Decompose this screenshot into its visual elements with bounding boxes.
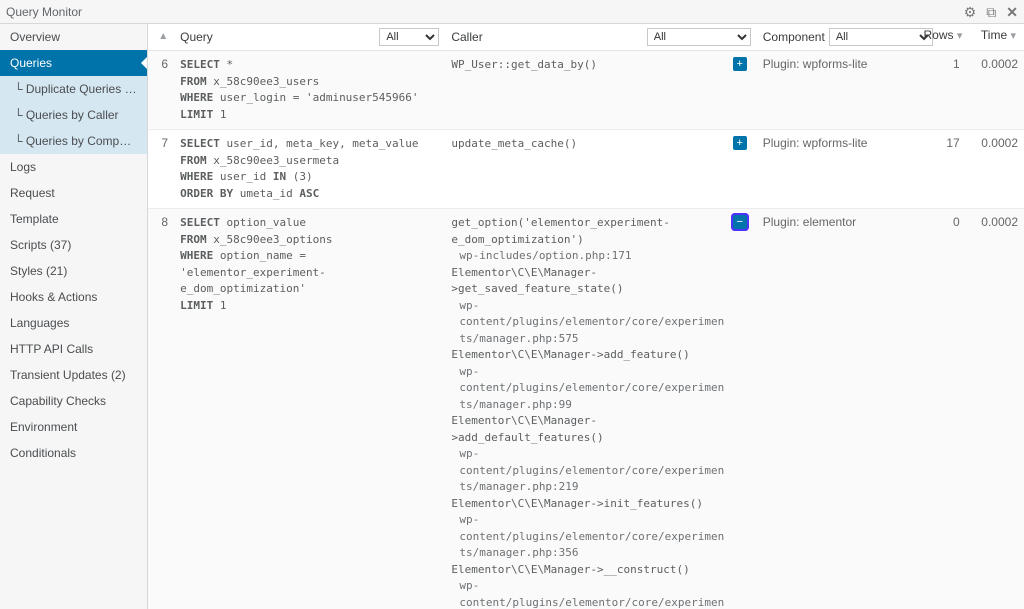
- table-row: 7SELECT user_id, meta_key, meta_value FR…: [148, 130, 1024, 209]
- sidebar-item[interactable]: Hooks & Actions: [0, 284, 147, 310]
- time-cell: 0.0002: [966, 209, 1024, 609]
- panel-title: Query Monitor: [6, 5, 82, 19]
- rows-cell: 17: [917, 130, 965, 209]
- component-cell: Plugin: wpforms-lite: [757, 51, 918, 130]
- sidebar-item[interactable]: Environment: [0, 414, 147, 440]
- titlebar: Query Monitor ⚙ ⧉ ✕: [0, 0, 1024, 24]
- col-caller-label: Caller: [451, 30, 482, 44]
- col-time-label: Time: [981, 28, 1007, 42]
- sidebar-item[interactable]: Request: [0, 180, 147, 206]
- sidebar-item[interactable]: Logs: [0, 154, 147, 180]
- sidebar-item[interactable]: Scripts (37): [0, 232, 147, 258]
- sidebar-item[interactable]: Overview: [0, 24, 147, 50]
- close-icon[interactable]: ✕: [1006, 5, 1018, 19]
- filter-icon: ▾: [957, 30, 965, 42]
- col-component[interactable]: Component All: [757, 24, 918, 51]
- sidebar-item[interactable]: Queries: [0, 50, 147, 76]
- sidebar-item[interactable]: └ Queries by Component: [0, 128, 147, 154]
- sidebar-item[interactable]: └ Duplicate Queries (8): [0, 76, 147, 102]
- query-filter-select[interactable]: All: [379, 28, 439, 46]
- sidebar-item[interactable]: Capability Checks: [0, 388, 147, 414]
- col-time[interactable]: Time ▾: [966, 24, 1024, 51]
- caller-toggle[interactable]: [733, 215, 747, 229]
- sort-icon: ▲: [158, 31, 168, 42]
- table-row: 6SELECT * FROM x_58c90ee3_users WHERE us…: [148, 51, 1024, 130]
- row-number: 8: [148, 209, 174, 609]
- rows-cell: 1: [917, 51, 965, 130]
- sidebar-item[interactable]: Transient Updates (2): [0, 362, 147, 388]
- caller-filter-select[interactable]: All: [647, 28, 751, 46]
- filter-icon: ▾: [1010, 30, 1018, 42]
- sidebar-item[interactable]: Conditionals: [0, 440, 147, 466]
- table-row: 8SELECT option_value FROM x_58c90ee3_opt…: [148, 209, 1024, 609]
- query-cell: SELECT user_id, meta_key, meta_value FRO…: [174, 130, 445, 209]
- col-component-label: Component: [763, 30, 825, 44]
- row-number: 6: [148, 51, 174, 130]
- sidebar-item[interactable]: └ Queries by Caller: [0, 102, 147, 128]
- sidebar-item[interactable]: Styles (21): [0, 258, 147, 284]
- gear-icon[interactable]: ⚙: [964, 5, 977, 19]
- rows-cell: 0: [917, 209, 965, 609]
- popout-icon[interactable]: ⧉: [986, 5, 996, 19]
- sidebar-item[interactable]: Template: [0, 206, 147, 232]
- component-cell: Plugin: elementor: [757, 209, 918, 609]
- component-filter-select[interactable]: All: [829, 28, 933, 46]
- titlebar-controls: ⚙ ⧉ ✕: [964, 5, 1018, 19]
- col-caller[interactable]: Caller All: [445, 24, 756, 51]
- col-query-label: Query: [180, 30, 213, 44]
- sidebar: OverviewQueries└ Duplicate Queries (8)└ …: [0, 24, 148, 609]
- caller-cell: WP_User::get_data_by(): [445, 51, 756, 130]
- time-cell: 0.0002: [966, 130, 1024, 209]
- row-number: 7: [148, 130, 174, 209]
- caller-cell: get_option('elementor_experiment-e_dom_o…: [445, 209, 756, 609]
- caller-toggle[interactable]: [733, 57, 747, 71]
- query-cell: SELECT option_value FROM x_58c90ee3_opti…: [174, 209, 445, 609]
- queries-table: ▲ Query All: [148, 24, 1024, 609]
- time-cell: 0.0002: [966, 51, 1024, 130]
- main-panel: ▲ Query All: [148, 24, 1024, 609]
- col-rownum[interactable]: ▲: [148, 24, 174, 51]
- col-rows[interactable]: Rows ▾: [917, 24, 965, 51]
- col-query[interactable]: Query All: [174, 24, 445, 51]
- query-cell: SELECT * FROM x_58c90ee3_users WHERE use…: [174, 51, 445, 130]
- sidebar-item[interactable]: HTTP API Calls: [0, 336, 147, 362]
- caller-cell: update_meta_cache(): [445, 130, 756, 209]
- component-cell: Plugin: wpforms-lite: [757, 130, 918, 209]
- sidebar-item[interactable]: Languages: [0, 310, 147, 336]
- caller-toggle[interactable]: [733, 136, 747, 150]
- col-rows-label: Rows: [923, 28, 953, 42]
